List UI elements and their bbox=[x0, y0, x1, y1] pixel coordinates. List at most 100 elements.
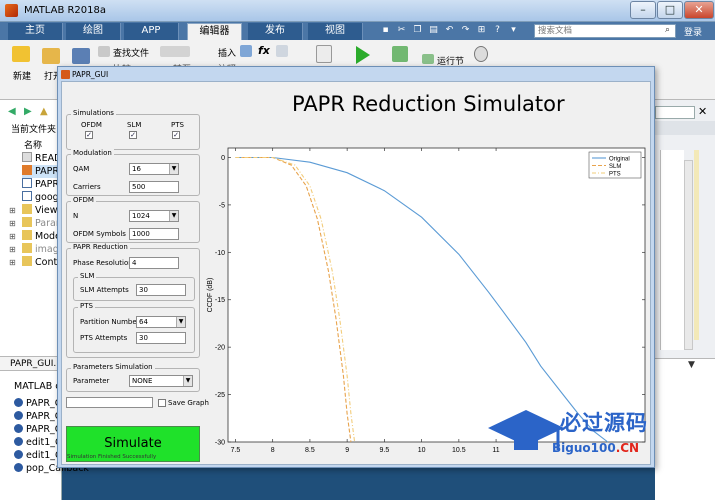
doc-search-input[interactable]: 搜索文档 bbox=[534, 24, 676, 38]
folder-icon bbox=[22, 256, 32, 266]
watermark-text: 必过源码 bbox=[560, 411, 648, 435]
run-section-icon[interactable] bbox=[422, 54, 434, 64]
gui-window-title: PAPR_GUI bbox=[72, 70, 109, 79]
open-folder-icon[interactable] bbox=[42, 48, 60, 64]
ofdm-symbols-input[interactable]: 1000 bbox=[129, 228, 179, 240]
m-file-icon bbox=[22, 191, 32, 201]
undo-icon[interactable]: ↶ bbox=[444, 24, 455, 36]
copy-icon[interactable]: ❐ bbox=[412, 24, 423, 36]
breakpoints-icon[interactable] bbox=[316, 45, 332, 63]
forward-arrow-icon[interactable]: ▶ bbox=[24, 106, 32, 117]
mortarboard-base bbox=[514, 436, 538, 450]
slm-checkbox[interactable]: ✓ bbox=[129, 131, 137, 139]
help-icon[interactable]: ? bbox=[492, 24, 503, 36]
editor-close-icon[interactable]: ✕ bbox=[698, 105, 707, 118]
x-tick-label: 9 bbox=[345, 447, 349, 454]
close-button[interactable]: ✕ bbox=[684, 1, 714, 19]
slm-label: SLM bbox=[127, 121, 142, 129]
minimize-button[interactable]: – bbox=[630, 1, 656, 19]
back-arrow-icon[interactable]: ◀ bbox=[8, 106, 16, 117]
switch-windows-icon[interactable]: ⊞ bbox=[476, 24, 487, 36]
y-axis-label: CCDF (dB) bbox=[207, 278, 214, 313]
editor-tab-strip[interactable] bbox=[655, 121, 715, 135]
tab-editor[interactable]: 编辑器 bbox=[187, 23, 242, 40]
modulation-panel: Modulation QAM 16 ▼ Carriers 500 bbox=[66, 149, 200, 196]
format-icon[interactable] bbox=[276, 45, 288, 57]
tab-publish[interactable]: 发布 bbox=[248, 23, 303, 40]
carriers-input[interactable]: 500 bbox=[129, 181, 179, 193]
papr-reduction-panel: PAPR Reduction Phase Resolution 4 SLM SL… bbox=[66, 243, 200, 358]
n-label: N bbox=[73, 212, 79, 220]
save-path-input[interactable] bbox=[66, 397, 153, 408]
find-files-icon[interactable] bbox=[98, 46, 110, 57]
name-column-header[interactable]: 名称 bbox=[24, 138, 42, 151]
toolbar-menu-icon[interactable]: ▾ bbox=[508, 24, 519, 36]
redo-icon[interactable]: ↷ bbox=[460, 24, 471, 36]
function-icon bbox=[14, 424, 23, 433]
parameter-dropdown[interactable]: NONE ▼ bbox=[129, 375, 193, 387]
expand-icon[interactable]: ⊞ bbox=[9, 219, 16, 228]
insert-function-icon[interactable]: fx bbox=[258, 44, 270, 57]
up-folder-icon[interactable]: ▲ bbox=[40, 106, 48, 117]
slm-subpanel-title: SLM bbox=[78, 272, 97, 280]
run-and-time-icon[interactable] bbox=[474, 46, 488, 62]
folder-icon bbox=[22, 243, 32, 253]
tab-home[interactable]: 主页 bbox=[8, 23, 63, 40]
panel-menu-icon[interactable]: ▼ bbox=[688, 360, 695, 370]
parameters-simulation-title: Parameters Simulation bbox=[71, 363, 155, 371]
pts-attempts-input[interactable]: 30 bbox=[136, 332, 186, 344]
quick-access-toolbar: ▪ ✂ ❐ ▤ ↶ ↷ ⊞ ? ▾ bbox=[378, 24, 526, 38]
maximize-button[interactable]: □ bbox=[657, 1, 683, 19]
window-title: MATLAB R2018a bbox=[24, 5, 107, 16]
expand-icon[interactable]: ⊞ bbox=[9, 245, 16, 254]
tab-plots[interactable]: 绘图 bbox=[66, 23, 121, 40]
y-tick-label: -25 bbox=[215, 392, 225, 399]
navigate-arrows-icon[interactable] bbox=[160, 46, 190, 57]
cut-icon[interactable]: ✂ bbox=[396, 24, 407, 36]
expand-icon[interactable]: ⊞ bbox=[9, 258, 16, 267]
save-graph-checkbox[interactable] bbox=[158, 399, 166, 407]
paste-icon[interactable]: ▤ bbox=[428, 24, 439, 36]
slm-attempts-input[interactable]: 30 bbox=[136, 284, 186, 296]
find-files-label[interactable]: 查找文件 bbox=[113, 46, 149, 59]
watermark-url: Biguo100.CN bbox=[552, 441, 640, 455]
new-label: 新建 bbox=[13, 72, 32, 82]
run-icon[interactable] bbox=[356, 46, 370, 64]
folder-icon bbox=[22, 204, 32, 214]
code-area[interactable] bbox=[660, 150, 684, 350]
search-icon[interactable]: ⌕ bbox=[665, 25, 675, 35]
function-icon bbox=[14, 411, 23, 420]
partition-number-label: Partition Number bbox=[80, 318, 140, 326]
y-tick-label: -5 bbox=[219, 202, 225, 209]
phase-resolution-input[interactable]: 4 bbox=[129, 257, 179, 269]
simulations-title: Simulations bbox=[71, 109, 116, 117]
chevron-down-icon: ▼ bbox=[169, 211, 178, 221]
ofdm-checkbox[interactable]: ✓ bbox=[85, 131, 93, 139]
qam-dropdown[interactable]: 16 ▼ bbox=[129, 163, 179, 175]
expand-icon[interactable]: ⊞ bbox=[9, 232, 16, 241]
ofdm-title: OFDM bbox=[71, 196, 96, 204]
pts-checkbox[interactable]: ✓ bbox=[172, 131, 180, 139]
y-tick-label: -15 bbox=[215, 297, 225, 304]
login-link[interactable]: 登录 bbox=[684, 25, 702, 38]
x-tick-label: 9.5 bbox=[380, 447, 390, 454]
insert-label[interactable]: 插入 bbox=[218, 46, 236, 59]
save-icon[interactable]: ▪ bbox=[380, 24, 391, 36]
page-title: PAPR Reduction Simulator bbox=[292, 92, 565, 116]
tab-view[interactable]: 视图 bbox=[308, 23, 363, 40]
editor-file-dropdown[interactable] bbox=[655, 106, 695, 119]
n-dropdown[interactable]: 1024 ▼ bbox=[129, 210, 179, 222]
insert-section-icon[interactable] bbox=[240, 45, 252, 57]
run-advance-icon[interactable] bbox=[392, 46, 408, 62]
slm-attempts-label: SLM Attempts bbox=[80, 286, 129, 294]
ofdm-label: OFDM bbox=[81, 121, 102, 129]
title-bar: MATLAB R2018a – □ ✕ bbox=[0, 0, 715, 22]
function-icon bbox=[14, 463, 23, 472]
partition-number-dropdown[interactable]: 64 ▼ bbox=[136, 316, 186, 328]
editor-scrollbar[interactable] bbox=[684, 160, 693, 350]
expand-icon[interactable]: ⊞ bbox=[9, 206, 16, 215]
tab-apps[interactable]: APP bbox=[124, 23, 179, 40]
code-analyzer-bar bbox=[694, 150, 699, 340]
new-icon[interactable] bbox=[12, 46, 30, 62]
save-file-icon[interactable] bbox=[72, 48, 90, 64]
